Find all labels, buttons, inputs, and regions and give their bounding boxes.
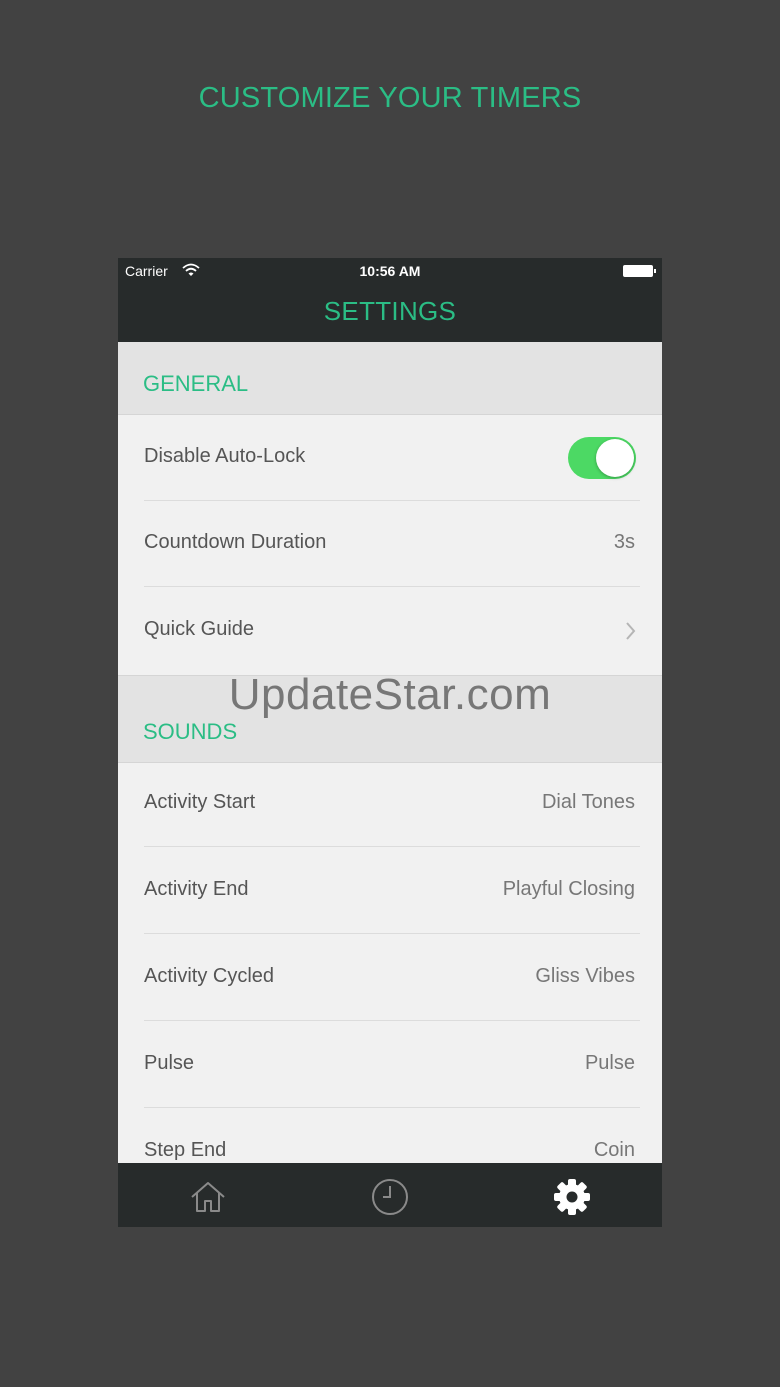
setting-value: Dial Tones	[541, 791, 635, 813]
setting-value: Gliss Vibes	[535, 965, 635, 987]
setting-label: Countdown Duration	[144, 531, 327, 553]
row-divider	[144, 1107, 640, 1108]
setting-value: Pulse	[584, 1052, 635, 1074]
watermark: UpdateStar.com	[228, 670, 552, 719]
setting-label: Quick Guide	[144, 618, 255, 640]
setting-row-quick-guide[interactable]: Quick Guide	[118, 588, 662, 674]
setting-label: Pulse	[144, 1052, 195, 1074]
row-divider	[144, 586, 640, 587]
page-title: SETTINGS	[323, 296, 457, 326]
section-title-general: GENERAL	[143, 371, 249, 396]
row-divider	[144, 1020, 640, 1021]
toggle-knob	[596, 439, 634, 477]
setting-row-countdown-duration[interactable]: Countdown Duration 3s	[118, 501, 662, 587]
setting-label: Step End	[144, 1139, 227, 1161]
setting-row-activity-start[interactable]: Activity Start Dial Tones	[118, 761, 662, 847]
section-header-general: GENERAL	[118, 342, 662, 415]
auto-lock-toggle[interactable]	[568, 437, 636, 479]
setting-label: Activity End	[144, 878, 249, 900]
setting-value: 3s	[613, 531, 635, 553]
setting-value: Playful Closing	[502, 878, 635, 900]
tab-bar	[118, 1163, 662, 1227]
section-title-sounds: SOUNDS	[143, 719, 238, 744]
setting-label: Activity Start	[144, 791, 256, 813]
battery-icon	[623, 265, 656, 277]
phone-screen: Carrier 10:56 AM SETTINGS GENERAL Disabl…	[118, 258, 662, 1227]
row-divider	[144, 933, 640, 934]
row-divider	[144, 846, 640, 847]
status-time: 10:56 AM	[359, 263, 421, 279]
setting-row-activity-cycled[interactable]: Activity Cycled Gliss Vibes	[118, 935, 662, 1021]
setting-value: Coin	[593, 1139, 635, 1161]
gear-icon[interactable]	[552, 1177, 592, 1217]
chevron-right-icon	[626, 622, 636, 640]
setting-row-disable-auto-lock[interactable]: Disable Auto-Lock	[118, 415, 662, 501]
setting-label: Activity Cycled	[144, 965, 275, 987]
status-bar: Carrier 10:56 AM	[118, 258, 662, 286]
setting-row-pulse[interactable]: Pulse Pulse	[118, 1022, 662, 1108]
home-icon[interactable]	[188, 1177, 228, 1217]
clock-icon[interactable]	[370, 1177, 410, 1217]
setting-row-activity-end[interactable]: Activity End Playful Closing	[118, 848, 662, 934]
navigation-bar: Carrier 10:56 AM SETTINGS	[118, 258, 662, 342]
setting-label: Disable Auto-Lock	[144, 445, 306, 467]
promo-headline: CUSTOMIZE YOUR TIMERS	[198, 82, 582, 114]
